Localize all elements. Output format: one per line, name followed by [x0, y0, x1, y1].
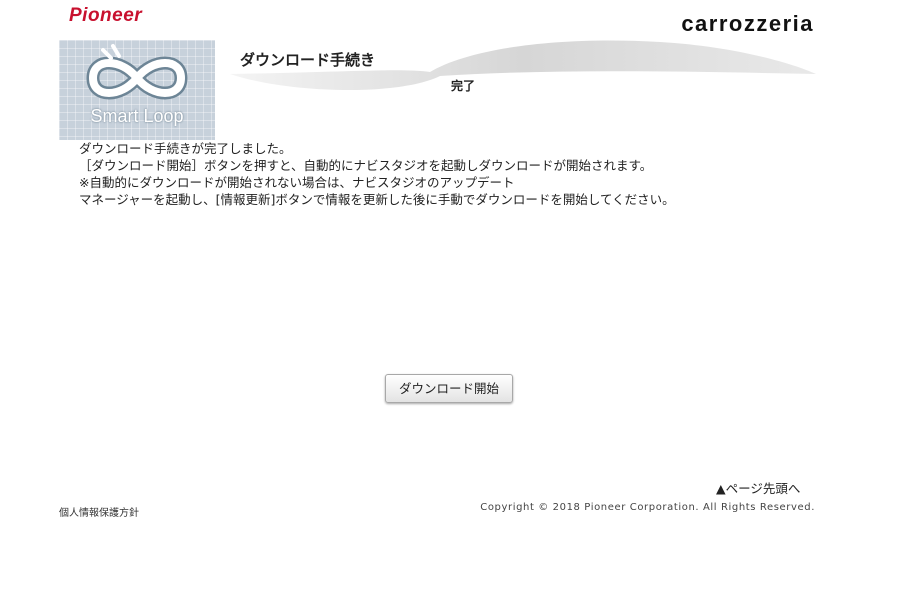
step-label: 完了 — [451, 79, 476, 93]
privacy-policy-link[interactable]: 個人情報保護方針 — [59, 504, 139, 519]
carrozzeria-logo: carrozzeria — [681, 11, 814, 36]
message-line: ［ダウンロード開始］ボタンを押すと、自動的にナビスタジオを起動しダウンロードが開… — [79, 158, 653, 173]
pioneer-logo[interactable]: Pioneer — [69, 5, 142, 27]
smart-loop-badge: Smart Loop — [59, 40, 215, 140]
page-title: ダウンロード手続き — [240, 51, 376, 69]
page-top-link[interactable]: ▲ページ先頭へ — [716, 478, 800, 497]
smart-loop-text: Smart Loop — [90, 106, 184, 126]
download-start-button[interactable]: ダウンロード開始 — [385, 374, 513, 403]
completion-message: ダウンロード手続きが完了しました。 ［ダウンロード開始］ボタンを押すと、自動的に… — [79, 140, 675, 208]
message-line: ※自動的にダウンロードが開始されない場合は、ナビスタジオのアップデート — [79, 175, 515, 190]
copyright-text: Copyright © 2018 Pioneer Corporation. Al… — [480, 502, 815, 513]
message-line: ダウンロード手続きが完了しました。 — [79, 141, 292, 156]
message-line: マネージャーを起動し、[情報更新]ボタンで情報を更新した後に手動でダウンロードを… — [79, 192, 675, 207]
